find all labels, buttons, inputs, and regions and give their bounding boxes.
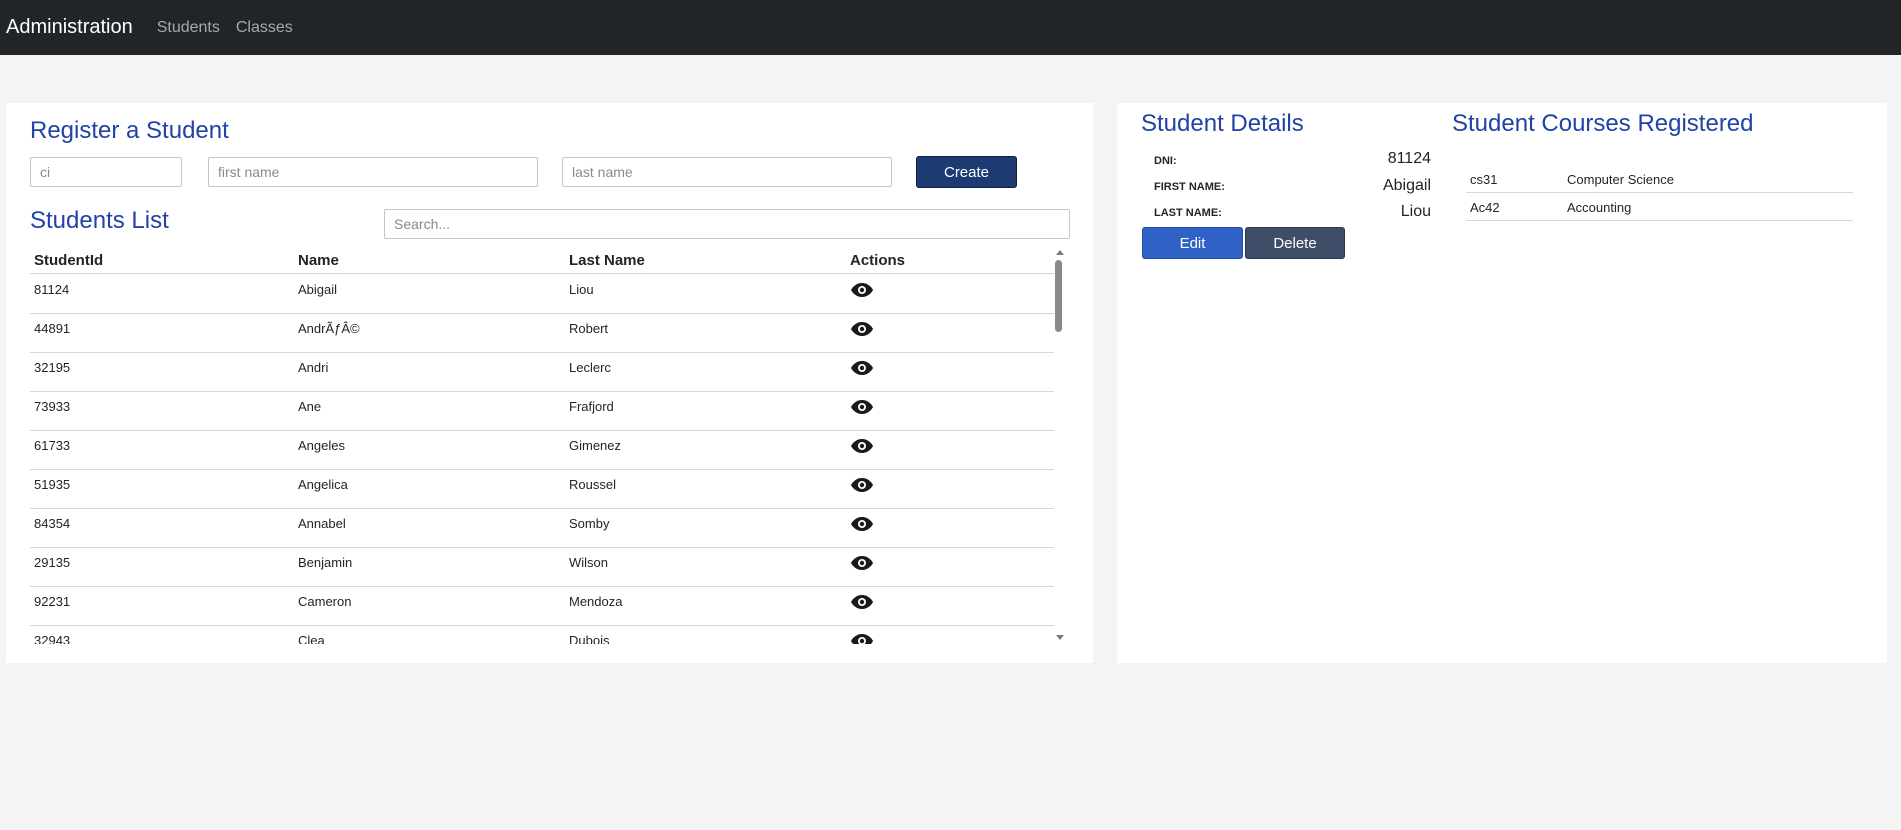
course-name: Accounting [1567, 200, 1632, 215]
last-name-label: LAST NAME: [1154, 207, 1222, 219]
student-last-name-cell: Wilson [569, 555, 609, 570]
student-last-name-cell: Dubois [569, 633, 610, 644]
scroll-thumb[interactable] [1055, 260, 1062, 332]
course-code: cs31 [1470, 172, 1498, 187]
student-name-cell: AndrÃƒÂ© [298, 321, 360, 336]
nav-link-students[interactable]: Students [157, 19, 220, 37]
table-row: 81124 Abigail Liou [30, 275, 1054, 314]
eye-icon[interactable] [850, 515, 874, 533]
table-row: 32943 Clea Dubois [30, 626, 1054, 644]
table-row: 61733 Angeles Gimenez [30, 431, 1054, 470]
eye-icon[interactable] [850, 320, 874, 338]
register-panel: Register a Student Create Students List … [6, 103, 1093, 663]
course-row: Ac42 Accounting [1466, 193, 1853, 221]
students-table: StudentId Name Last Name Actions 81124 Ab… [30, 248, 1074, 644]
student-name-cell: Benjamin [298, 555, 353, 570]
students-list-title: Students List [30, 207, 169, 234]
column-header-studentid[interactable]: StudentId [34, 252, 103, 269]
student-name-cell: Andri [298, 360, 329, 375]
first-name-input[interactable] [208, 157, 538, 187]
students-table-header: StudentId Name Last Name Actions [30, 248, 1054, 274]
student-name-cell: Cameron [298, 594, 352, 609]
student-name-cell: Ane [298, 399, 322, 414]
table-row: 92231 Cameron Mendoza [30, 587, 1054, 626]
dni-label: DNI: [1154, 155, 1177, 167]
create-button[interactable]: Create [916, 156, 1017, 188]
student-name-cell: Clea [298, 633, 325, 644]
column-header-last-name[interactable]: Last Name [569, 252, 645, 269]
edit-button[interactable]: Edit [1142, 227, 1243, 259]
student-name-cell: Angelica [298, 477, 348, 492]
student-details-title: Student Details [1141, 110, 1304, 137]
student-last-name-cell: Somby [569, 516, 610, 531]
table-scrollbar[interactable] [1053, 248, 1067, 644]
student-id-cell: 44891 [34, 321, 71, 336]
student-id-cell: 51935 [34, 477, 71, 492]
course-code: Ac42 [1470, 200, 1500, 215]
student-id-cell: 32195 [34, 360, 71, 375]
eye-icon[interactable] [850, 554, 874, 572]
ci-input[interactable] [30, 157, 182, 187]
student-last-name-cell: Robert [569, 321, 609, 336]
table-row: 84354 Annabel Somby [30, 509, 1054, 548]
student-search-input[interactable] [384, 209, 1070, 239]
column-header-actions: Actions [850, 252, 906, 269]
student-id-cell: 92231 [34, 594, 71, 609]
details-panel: Student Details DNI: 81124 FIRST NAME: A… [1117, 103, 1887, 663]
student-name-cell: Angeles [298, 438, 345, 453]
eye-icon[interactable] [850, 593, 874, 611]
dni-value: 81124 [1387, 150, 1431, 167]
column-header-name[interactable]: Name [298, 252, 339, 269]
student-last-name-cell: Leclerc [569, 360, 611, 375]
student-last-name-cell: Frafjord [569, 399, 614, 414]
student-id-cell: 61733 [34, 438, 71, 453]
last-name-input[interactable] [562, 157, 892, 187]
student-last-name-cell: Mendoza [569, 594, 623, 609]
eye-icon[interactable] [850, 437, 874, 455]
last-name-value: Liou [1400, 203, 1431, 220]
student-id-cell: 29135 [34, 555, 71, 570]
student-id-cell: 84354 [34, 516, 71, 531]
table-row: 32195 Andri Leclerc [30, 353, 1054, 392]
student-last-name-cell: Roussel [569, 477, 616, 492]
student-name-cell: Abigail [298, 282, 338, 297]
eye-icon[interactable] [850, 476, 874, 494]
table-row: 44891 AndrÃƒÂ© Robert [30, 314, 1054, 353]
course-name: Computer Science [1567, 172, 1674, 187]
table-row: 29135 Benjamin Wilson [30, 548, 1054, 587]
scroll-down-arrow-icon[interactable] [1056, 635, 1064, 640]
table-row: 73933 Ane Frafjord [30, 392, 1054, 431]
course-row: cs31 Computer Science [1466, 165, 1853, 193]
first-name-label: FIRST NAME: [1154, 181, 1225, 193]
student-name-cell: Annabel [298, 516, 346, 531]
nav-link-classes[interactable]: Classes [236, 19, 293, 37]
eye-icon[interactable] [850, 281, 874, 299]
top-navbar: Administration Students Classes [0, 0, 1901, 55]
student-last-name-cell: Gimenez [569, 438, 622, 453]
student-last-name-cell: Liou [569, 282, 594, 297]
student-id-cell: 73933 [34, 399, 71, 414]
eye-icon[interactable] [850, 398, 874, 416]
eye-icon[interactable] [850, 359, 874, 377]
register-title: Register a Student [30, 117, 229, 144]
eye-icon[interactable] [850, 632, 874, 644]
table-row: 51935 Angelica Roussel [30, 470, 1054, 509]
courses-registered-title: Student Courses Registered [1452, 110, 1754, 137]
first-name-value: Abigail [1382, 177, 1431, 194]
brand-link[interactable]: Administration [6, 16, 133, 39]
student-id-cell: 81124 [34, 282, 70, 297]
delete-button[interactable]: Delete [1245, 227, 1345, 259]
scroll-up-arrow-icon[interactable] [1056, 250, 1064, 255]
student-id-cell: 32943 [34, 633, 71, 644]
